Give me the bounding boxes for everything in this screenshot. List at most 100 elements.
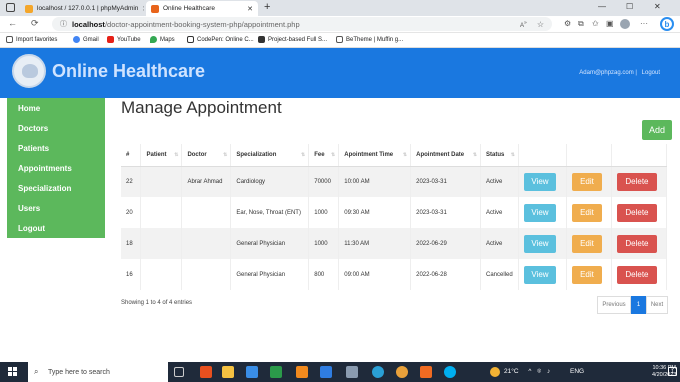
cell-edit: Edit bbox=[566, 228, 612, 259]
healthcare-logo bbox=[12, 54, 46, 88]
photos-icon[interactable] bbox=[246, 366, 258, 378]
view-button[interactable]: View bbox=[524, 172, 556, 191]
split-screen-icon[interactable]: ⧉ bbox=[578, 19, 584, 29]
column-label: Patient bbox=[146, 151, 167, 158]
sublime-icon[interactable] bbox=[296, 366, 308, 378]
fav-project[interactable]: Project-based Full S... bbox=[258, 36, 327, 43]
sidebar-item-doctors[interactable]: Doctors bbox=[18, 124, 48, 133]
refresh-icon[interactable]: ⟳ bbox=[31, 18, 39, 29]
bing-icon[interactable]: b bbox=[660, 17, 674, 31]
pager-next-button[interactable]: Next bbox=[646, 296, 668, 314]
fav-betheme[interactable]: BeTheme | Muffin g... bbox=[336, 36, 403, 43]
edge-icon[interactable] bbox=[372, 366, 384, 378]
skype-icon[interactable] bbox=[444, 366, 456, 378]
sidebar-item-home[interactable]: Home bbox=[18, 104, 40, 113]
back-icon[interactable]: ← bbox=[8, 18, 17, 28]
volume-icon[interactable]: ♪ bbox=[547, 368, 550, 375]
column-label: Specialization bbox=[236, 151, 277, 158]
view-button[interactable]: View bbox=[524, 265, 556, 284]
taskbar-search-input[interactable]: ⌕ Type here to search bbox=[28, 362, 168, 382]
favorite-star-icon[interactable]: ☆ bbox=[537, 20, 544, 29]
network-icon[interactable]: ⌾ bbox=[537, 368, 541, 375]
view-button[interactable]: View bbox=[524, 203, 556, 222]
column-header-id[interactable]: # bbox=[121, 144, 142, 167]
sidebar-item-specialization[interactable]: Specialization bbox=[18, 184, 71, 193]
user-email-link[interactable]: Adam@phpzag.com bbox=[579, 70, 633, 76]
column-header-specialization[interactable]: Specialization ⇅ bbox=[230, 144, 310, 167]
fav-youtube[interactable]: YouTube bbox=[107, 36, 141, 43]
extensions-icon[interactable]: ⚙ bbox=[564, 19, 571, 28]
close-window-icon[interactable]: ✕ bbox=[654, 2, 661, 11]
edit-button[interactable]: Edit bbox=[571, 203, 602, 222]
cell-time: 09:30 AM bbox=[338, 197, 412, 228]
maximize-icon[interactable]: ☐ bbox=[626, 2, 633, 11]
office-icon[interactable] bbox=[200, 366, 212, 378]
fav-maps[interactable]: Maps bbox=[150, 36, 175, 43]
sidebar-item-logout[interactable]: Logout bbox=[18, 224, 45, 233]
pager-previous-button[interactable]: Previous bbox=[597, 296, 631, 314]
favorites-icon[interactable]: ✩ bbox=[592, 19, 599, 28]
logout-link[interactable]: Logout bbox=[642, 70, 660, 76]
minimize-icon[interactable]: — bbox=[598, 2, 606, 11]
sidebar-item-appointments[interactable]: Appointments bbox=[18, 164, 72, 173]
view-button[interactable]: View bbox=[524, 234, 556, 253]
app-header: Online Healthcare Adam@phpzag.com | Logo… bbox=[0, 48, 680, 98]
edit-button[interactable]: Edit bbox=[571, 234, 602, 253]
sidebar-toggle-icon[interactable] bbox=[6, 3, 15, 12]
paint-icon[interactable] bbox=[346, 366, 358, 378]
sort-icon: ⇅ bbox=[402, 152, 408, 158]
mail-icon[interactable] bbox=[320, 366, 332, 378]
page-title: Manage Appointment bbox=[121, 98, 282, 117]
xampp-icon[interactable] bbox=[420, 366, 432, 378]
column-header-fee[interactable]: Fee ⇅ bbox=[308, 144, 340, 167]
info-icon: ⓘ bbox=[60, 21, 67, 28]
collections-icon[interactable]: ▣ bbox=[606, 19, 614, 28]
close-tab-icon[interactable]: ✕ bbox=[142, 5, 144, 13]
cell-doctor bbox=[181, 197, 232, 228]
column-label: Status bbox=[486, 151, 505, 158]
column-label: Fee bbox=[314, 151, 325, 158]
lang-indicator[interactable]: ENG bbox=[570, 368, 584, 375]
column-header-time[interactable]: Apointment Time ⇅ bbox=[338, 144, 412, 167]
pager-page-button[interactable]: 1 bbox=[631, 296, 646, 314]
tray-chevron-icon[interactable]: ^ bbox=[528, 368, 531, 375]
delete-button[interactable]: Delete bbox=[616, 203, 657, 222]
edit-button[interactable]: Edit bbox=[571, 265, 602, 284]
browser-tab-online-healthcare[interactable]: Online Healthcare ✕ bbox=[146, 1, 258, 16]
file-explorer-icon[interactable] bbox=[222, 366, 234, 378]
chrome-icon[interactable] bbox=[396, 366, 408, 378]
column-header-patient[interactable]: Patient ⇅ bbox=[140, 144, 183, 167]
fav-codepen[interactable]: CodePen: Online C... bbox=[187, 36, 254, 43]
add-appointment-button[interactable]: Add bbox=[642, 120, 672, 140]
cell-fee: 1000 bbox=[308, 228, 340, 259]
brand-title[interactable]: Online Healthcare bbox=[52, 61, 205, 82]
profile-avatar[interactable] bbox=[620, 19, 630, 29]
fav-gmail[interactable]: Gmail bbox=[73, 36, 99, 43]
column-header-status[interactable]: Status ⇅ bbox=[480, 144, 519, 167]
cell-date: 2022-06-28 bbox=[410, 259, 482, 290]
column-label: Apointment Time bbox=[344, 151, 394, 158]
sidebar-item-users[interactable]: Users bbox=[18, 204, 40, 213]
import-icon bbox=[6, 36, 13, 43]
delete-button[interactable]: Delete bbox=[616, 234, 657, 253]
windows-start-icon[interactable] bbox=[8, 367, 18, 377]
project-app-icon[interactable] bbox=[270, 366, 282, 378]
system-tray: 21°C ^ ⌾ ♪ ENG bbox=[504, 368, 584, 376]
close-tab-icon[interactable]: ✕ bbox=[247, 5, 253, 13]
column-header-doctor[interactable]: Doctor ⇅ bbox=[181, 144, 232, 167]
url-input[interactable]: ⓘ localhost /doctor-appointment-booking-… bbox=[52, 17, 552, 31]
edit-button[interactable]: Edit bbox=[571, 172, 602, 191]
column-header-date[interactable]: Apointment Date ⇅ bbox=[410, 144, 482, 167]
notifications-icon[interactable]: 1 bbox=[668, 367, 677, 376]
task-view-icon[interactable] bbox=[174, 367, 184, 377]
weather-temp[interactable]: 21°C bbox=[504, 368, 519, 375]
weather-icon[interactable] bbox=[490, 367, 500, 377]
delete-button[interactable]: Delete bbox=[616, 265, 657, 284]
more-menu-icon[interactable]: ··· bbox=[640, 19, 648, 28]
sidebar-item-patients[interactable]: Patients bbox=[18, 144, 49, 153]
delete-button[interactable]: Delete bbox=[616, 172, 657, 191]
new-tab-button[interactable]: + bbox=[264, 1, 270, 13]
read-aloud-icon[interactable]: A» bbox=[520, 20, 527, 29]
fav-import[interactable]: Import favorites bbox=[6, 36, 57, 43]
browser-tab-phpmyadmin[interactable]: localhost / 127.0.0.1 | phpMyAdmin ✕ bbox=[20, 1, 144, 16]
